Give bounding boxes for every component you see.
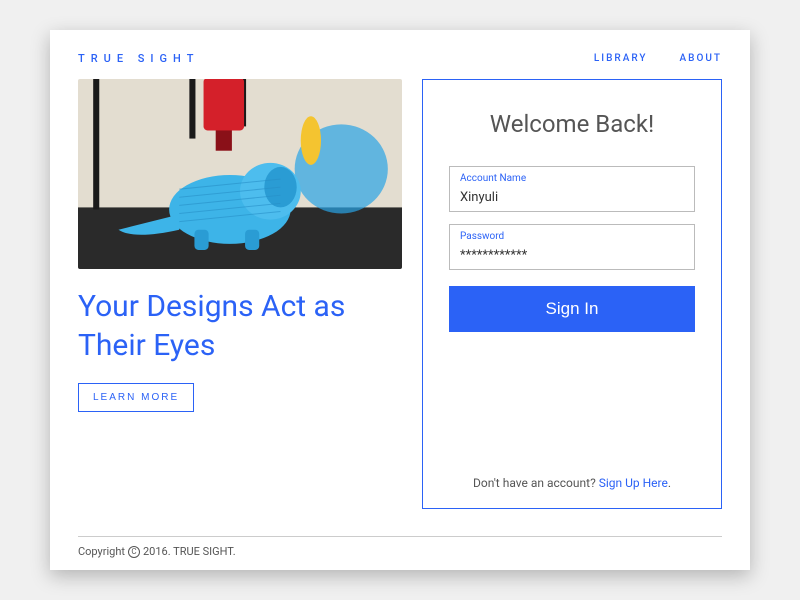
hero-headline: Your Designs Act as Their Eyes — [78, 287, 402, 365]
copyright-icon: C — [128, 546, 140, 558]
login-section: Welcome Back! Account Name Password Sign… — [422, 79, 722, 522]
signup-link[interactable]: Sign Up Here — [599, 476, 668, 490]
signup-period: . — [668, 476, 671, 490]
signin-button[interactable]: Sign In — [449, 286, 695, 332]
account-label: Account Name — [460, 173, 684, 184]
account-input[interactable] — [460, 190, 684, 205]
account-field-wrapper[interactable]: Account Name — [449, 166, 695, 212]
learn-more-button[interactable]: LEARN MORE — [78, 383, 194, 412]
no-account-text: Don't have an account? — [473, 476, 599, 490]
nav-library[interactable]: LIBRARY — [594, 53, 648, 64]
password-field-wrapper[interactable]: Password — [449, 224, 695, 270]
copyright-post: 2016. TRUE SIGHT. — [143, 545, 236, 558]
nav-about[interactable]: ABOUT — [680, 53, 722, 64]
login-box: Welcome Back! Account Name Password Sign… — [422, 79, 722, 509]
password-input[interactable] — [460, 248, 684, 263]
app-card: TRUE SIGHT LIBRARY ABOUT — [50, 30, 750, 570]
copyright-pre: Copyright — [78, 545, 125, 558]
header: TRUE SIGHT LIBRARY ABOUT — [78, 52, 722, 65]
welcome-title: Welcome Back! — [490, 110, 654, 138]
footer: Copyright C 2016. TRUE SIGHT. — [78, 536, 722, 558]
nav: LIBRARY ABOUT — [594, 53, 722, 64]
main: Your Designs Act as Their Eyes LEARN MOR… — [78, 79, 722, 522]
hero-image — [78, 79, 402, 269]
brand-logo: TRUE SIGHT — [78, 52, 199, 65]
signup-row: Don't have an account? Sign Up Here. — [473, 476, 671, 490]
password-label: Password — [460, 231, 684, 242]
hero-section: Your Designs Act as Their Eyes LEARN MOR… — [78, 79, 402, 522]
